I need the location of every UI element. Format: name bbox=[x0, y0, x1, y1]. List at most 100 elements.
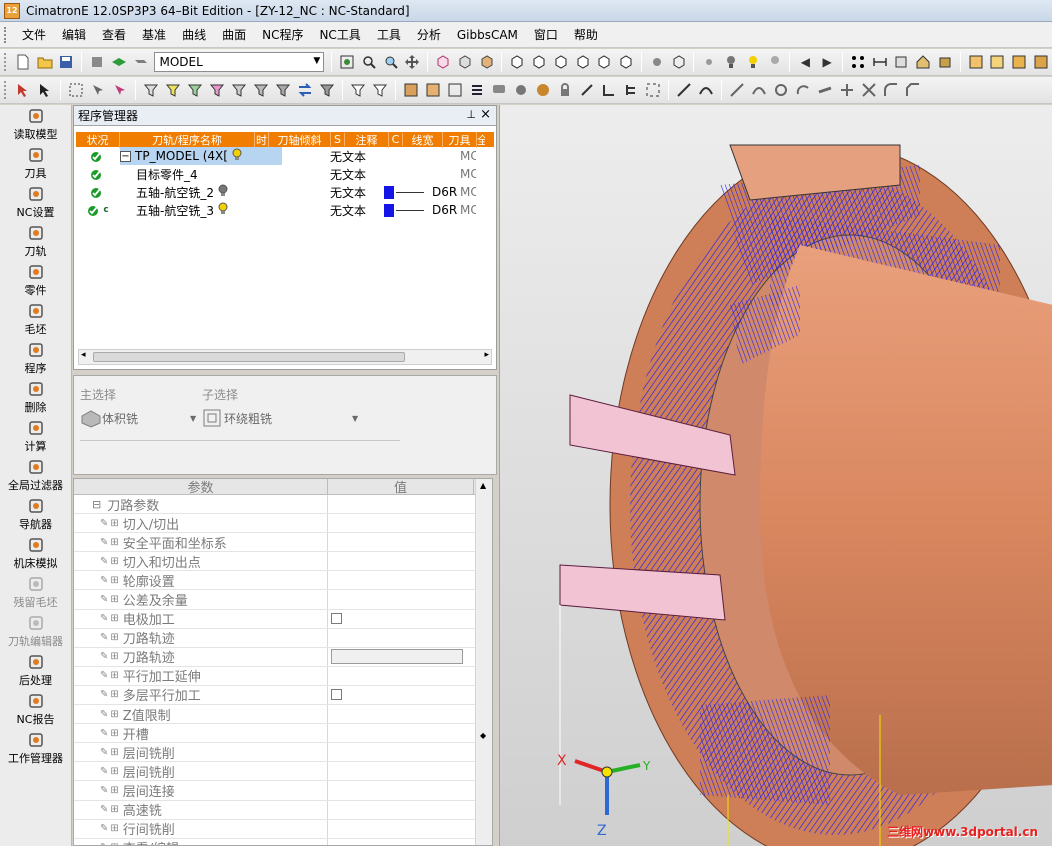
tree-icon[interactable] bbox=[621, 80, 641, 100]
save-icon[interactable] bbox=[56, 52, 76, 72]
filter-all-icon[interactable] bbox=[141, 80, 161, 100]
parameter-row[interactable]: ✎ ⊞ 刀路轨迹 bbox=[74, 628, 492, 648]
frame-active-icon[interactable] bbox=[1009, 52, 1029, 72]
parameter-row[interactable]: ✎ ⊞ 刀路轨迹 bbox=[74, 647, 492, 667]
filter-set-icon[interactable] bbox=[273, 80, 293, 100]
filter-tree-icon[interactable] bbox=[348, 80, 368, 100]
menu-nc-tools[interactable]: NC工具 bbox=[311, 24, 368, 45]
zoom-icon[interactable] bbox=[381, 52, 401, 72]
box-icon[interactable] bbox=[935, 52, 955, 72]
vertical-scrollbar[interactable]: ▲ ◆ bbox=[475, 479, 492, 845]
frame-icon[interactable] bbox=[966, 52, 986, 72]
column-time[interactable]: 时 bbox=[255, 131, 269, 148]
funnel-icon[interactable] bbox=[317, 80, 337, 100]
palette-icon[interactable] bbox=[533, 80, 553, 100]
part-model-view[interactable]: X Y Z bbox=[500, 105, 1052, 846]
collapse-icon[interactable]: ⊟ bbox=[92, 498, 101, 511]
nc-guide-item[interactable]: 零件 bbox=[0, 261, 71, 300]
forward-arrow-icon[interactable]: ▶ bbox=[817, 52, 837, 72]
parameter-group-row[interactable]: ⊟ 刀路参数 bbox=[74, 495, 492, 515]
nc-guide-item[interactable]: 残留毛坯 bbox=[0, 573, 71, 612]
visibility-bulb-icon[interactable] bbox=[218, 184, 228, 201]
menu-view[interactable]: 查看 bbox=[94, 24, 134, 45]
arc-icon[interactable] bbox=[793, 80, 813, 100]
shaded-edges-icon[interactable] bbox=[423, 80, 443, 100]
menubar-grip[interactable] bbox=[4, 26, 8, 43]
pick-filter-icon[interactable] bbox=[110, 80, 130, 100]
parameter-row[interactable]: ✎ ⊞ 层间连接 bbox=[74, 781, 492, 801]
scroll-position-icon[interactable]: ◆ bbox=[480, 731, 486, 740]
parameter-value[interactable] bbox=[328, 820, 474, 838]
view-left-icon[interactable] bbox=[594, 52, 614, 72]
wireframe-icon[interactable] bbox=[445, 80, 465, 100]
cursor-x-icon[interactable] bbox=[35, 80, 55, 100]
view-right-icon[interactable] bbox=[616, 52, 636, 72]
hide-icon[interactable] bbox=[765, 52, 785, 72]
toolbar-grip[interactable] bbox=[4, 53, 8, 71]
model-selector[interactable]: MODEL ▼ bbox=[154, 52, 325, 72]
menu-nc-program[interactable]: NC程序 bbox=[254, 24, 311, 45]
nc-guide-item[interactable]: 导航器 bbox=[0, 495, 71, 534]
back-arrow-icon[interactable]: ◀ bbox=[795, 52, 815, 72]
offset-icon[interactable] bbox=[815, 80, 835, 100]
filter-curve-icon[interactable] bbox=[207, 80, 227, 100]
nc-guide-item[interactable]: 机床模拟 bbox=[0, 534, 71, 573]
nc-guide-item[interactable]: NC报告 bbox=[0, 690, 71, 729]
column-status[interactable]: 状况 bbox=[76, 131, 120, 148]
attribute-icon[interactable] bbox=[891, 52, 911, 72]
nc-guide-item[interactable]: 工作管理器 bbox=[0, 729, 71, 768]
spline-icon[interactable] bbox=[749, 80, 769, 100]
set-model-icon[interactable] bbox=[131, 52, 151, 72]
circle-icon[interactable] bbox=[771, 80, 791, 100]
zoom-fit-icon[interactable] bbox=[337, 52, 357, 72]
snap-icon[interactable] bbox=[577, 80, 597, 100]
menu-gibbscam[interactable]: GibbsCAM bbox=[449, 26, 526, 44]
sub-selection-dropdown[interactable]: 环绕粗铣 ▼ bbox=[202, 408, 358, 428]
filter-edge-icon[interactable] bbox=[185, 80, 205, 100]
frame-alt-icon[interactable] bbox=[987, 52, 1007, 72]
toolbar-grip[interactable] bbox=[4, 81, 8, 99]
menu-tools[interactable]: 工具 bbox=[369, 24, 409, 45]
sphere-icon[interactable] bbox=[511, 80, 531, 100]
model-box-icon[interactable] bbox=[87, 52, 107, 72]
parameter-value[interactable] bbox=[328, 801, 474, 819]
cube-icon[interactable] bbox=[669, 52, 689, 72]
parameter-value[interactable] bbox=[328, 648, 474, 666]
corner-snap-icon[interactable] bbox=[599, 80, 619, 100]
point-icon[interactable] bbox=[699, 52, 719, 72]
visibility-bulb-icon[interactable] bbox=[218, 202, 228, 219]
filter-list-icon[interactable] bbox=[370, 80, 390, 100]
parameter-value[interactable] bbox=[328, 571, 474, 589]
parameter-row[interactable]: ✎ ⊞ 公差及余量 bbox=[74, 590, 492, 610]
parameter-value[interactable] bbox=[328, 686, 474, 704]
column-tilt[interactable]: 刀轴倾斜 bbox=[269, 131, 331, 148]
comment-icon[interactable] bbox=[489, 80, 509, 100]
parameter-value[interactable] bbox=[328, 590, 474, 608]
collapse-icon[interactable]: − bbox=[120, 150, 131, 162]
parameter-value[interactable] bbox=[328, 762, 474, 780]
sketch-icon[interactable] bbox=[674, 80, 694, 100]
parameter-value[interactable] bbox=[328, 552, 474, 570]
column-s[interactable]: S bbox=[331, 133, 345, 146]
list-icon[interactable] bbox=[467, 80, 487, 100]
nc-guide-item[interactable]: NC设置 bbox=[0, 183, 71, 222]
view-front-icon[interactable] bbox=[507, 52, 527, 72]
column-note[interactable]: 注释 bbox=[345, 131, 389, 148]
cimatron-app-icon[interactable]: 12 bbox=[4, 2, 20, 19]
box-select-icon[interactable] bbox=[66, 80, 86, 100]
parameter-row[interactable]: ✎ ⊞ 行间铣削 bbox=[74, 819, 492, 839]
parameter-value[interactable] bbox=[328, 743, 474, 761]
pin-icon[interactable]: ⊥ bbox=[466, 108, 476, 121]
menu-file[interactable]: 文件 bbox=[14, 24, 54, 45]
view-dropdown-icon[interactable] bbox=[455, 52, 475, 72]
scroll-right-icon[interactable]: ▸ bbox=[484, 350, 489, 360]
nc-guide-item[interactable]: 后处理 bbox=[0, 651, 71, 690]
grid-icon[interactable] bbox=[848, 52, 868, 72]
extend-icon[interactable] bbox=[859, 80, 879, 100]
parameter-row[interactable]: ✎ ⊞ 安全平面和坐标系 bbox=[74, 533, 492, 553]
nc-guide-item[interactable]: 刀轨 bbox=[0, 222, 71, 261]
frame-split-icon[interactable] bbox=[1031, 52, 1051, 72]
close-icon[interactable]: × bbox=[480, 107, 491, 122]
scroll-up-icon[interactable]: ▲ bbox=[480, 481, 486, 490]
program-row[interactable]: c 五轴-航空铣_3 无文本 D6R MC bbox=[76, 201, 494, 219]
